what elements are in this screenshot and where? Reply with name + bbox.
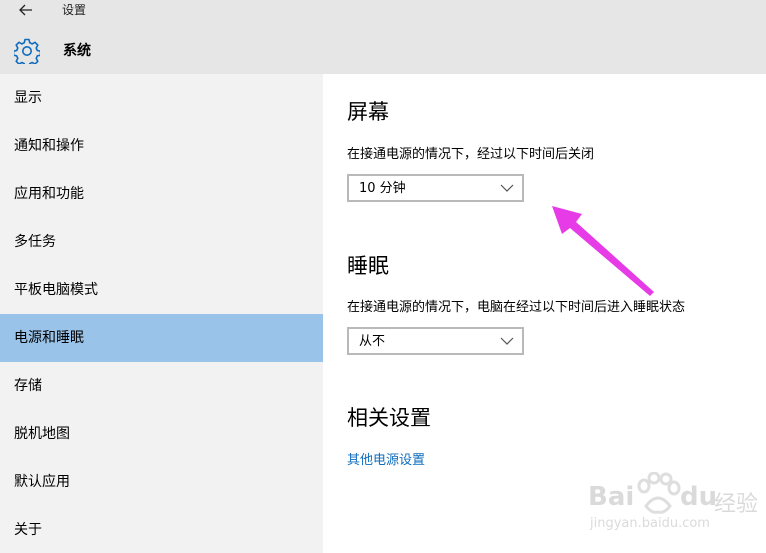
sidebar-item-multitasking[interactable]: 多任务 (0, 218, 323, 266)
sidebar: 显示 通知和操作 应用和功能 多任务 平板电脑模式 电源和睡眠 存储 脱机地图 … (0, 74, 323, 553)
watermark-product: 经验 (714, 492, 759, 517)
sidebar-item-power-sleep[interactable]: 电源和睡眠 (0, 314, 323, 362)
screen-timeout-dropdown[interactable]: 10 分钟 (347, 174, 524, 202)
sleep-heading: 睡眠 (347, 254, 389, 278)
sidebar-item-label: 平板电脑模式 (14, 282, 98, 298)
baidu-watermark: Bai du 经验 jingyan.baidu.com (588, 468, 766, 548)
watermark-brand-suffix: du (680, 482, 718, 512)
paw-logo-icon (637, 472, 681, 514)
sleep-timeout-value: 从不 (359, 334, 386, 349)
sidebar-item-label: 电源和睡眠 (14, 330, 84, 346)
title-bar: 设置 系统 (0, 0, 766, 74)
sidebar-item-about[interactable]: 关于 (0, 506, 323, 553)
back-button[interactable] (14, 0, 38, 20)
additional-power-settings-link[interactable]: 其他电源设置 (347, 452, 425, 470)
related-settings-heading: 相关设置 (347, 406, 431, 430)
sidebar-item-tablet-mode[interactable]: 平板电脑模式 (0, 266, 323, 314)
sidebar-item-label: 显示 (14, 90, 42, 106)
sleep-timeout-dropdown[interactable]: 从不 (347, 327, 524, 355)
sidebar-item-notifications[interactable]: 通知和操作 (0, 122, 323, 170)
screen-description: 在接通电源的情况下，经过以下时间后关闭 (347, 147, 595, 162)
sidebar-item-label: 存储 (14, 378, 42, 394)
sidebar-item-label: 通知和操作 (14, 138, 84, 154)
sidebar-item-display[interactable]: 显示 (0, 74, 323, 122)
sleep-description: 在接通电源的情况下，电脑在经过以下时间后进入睡眠状态 (347, 300, 686, 315)
watermark-url: jingyan.baidu.com (590, 516, 710, 531)
watermark-brand: Bai (588, 482, 635, 512)
chevron-down-icon (500, 184, 514, 192)
sidebar-item-label: 关于 (14, 522, 42, 538)
gear-icon (12, 38, 42, 68)
sidebar-item-label: 多任务 (14, 234, 56, 250)
screen-timeout-value: 10 分钟 (359, 181, 406, 196)
window-title: 设置 (62, 3, 87, 17)
sidebar-item-storage[interactable]: 存储 (0, 362, 323, 410)
sidebar-item-label: 默认应用 (14, 474, 70, 490)
section-title: 系统 (63, 43, 91, 59)
sidebar-item-apps-features[interactable]: 应用和功能 (0, 170, 323, 218)
annotation-arrow-icon (552, 206, 654, 296)
sidebar-item-default-apps[interactable]: 默认应用 (0, 458, 323, 506)
sidebar-item-label: 脱机地图 (14, 426, 70, 442)
chevron-down-icon (500, 337, 514, 345)
sidebar-item-label: 应用和功能 (14, 186, 84, 202)
settings-window: 设置 系统 显示 通知和操作 应用和功能 多任务 平板电脑模式 电源和睡眠 存储… (0, 0, 766, 553)
sidebar-item-offline-maps[interactable]: 脱机地图 (0, 410, 323, 458)
screen-heading: 屏幕 (347, 100, 389, 124)
back-arrow-icon (19, 4, 32, 16)
